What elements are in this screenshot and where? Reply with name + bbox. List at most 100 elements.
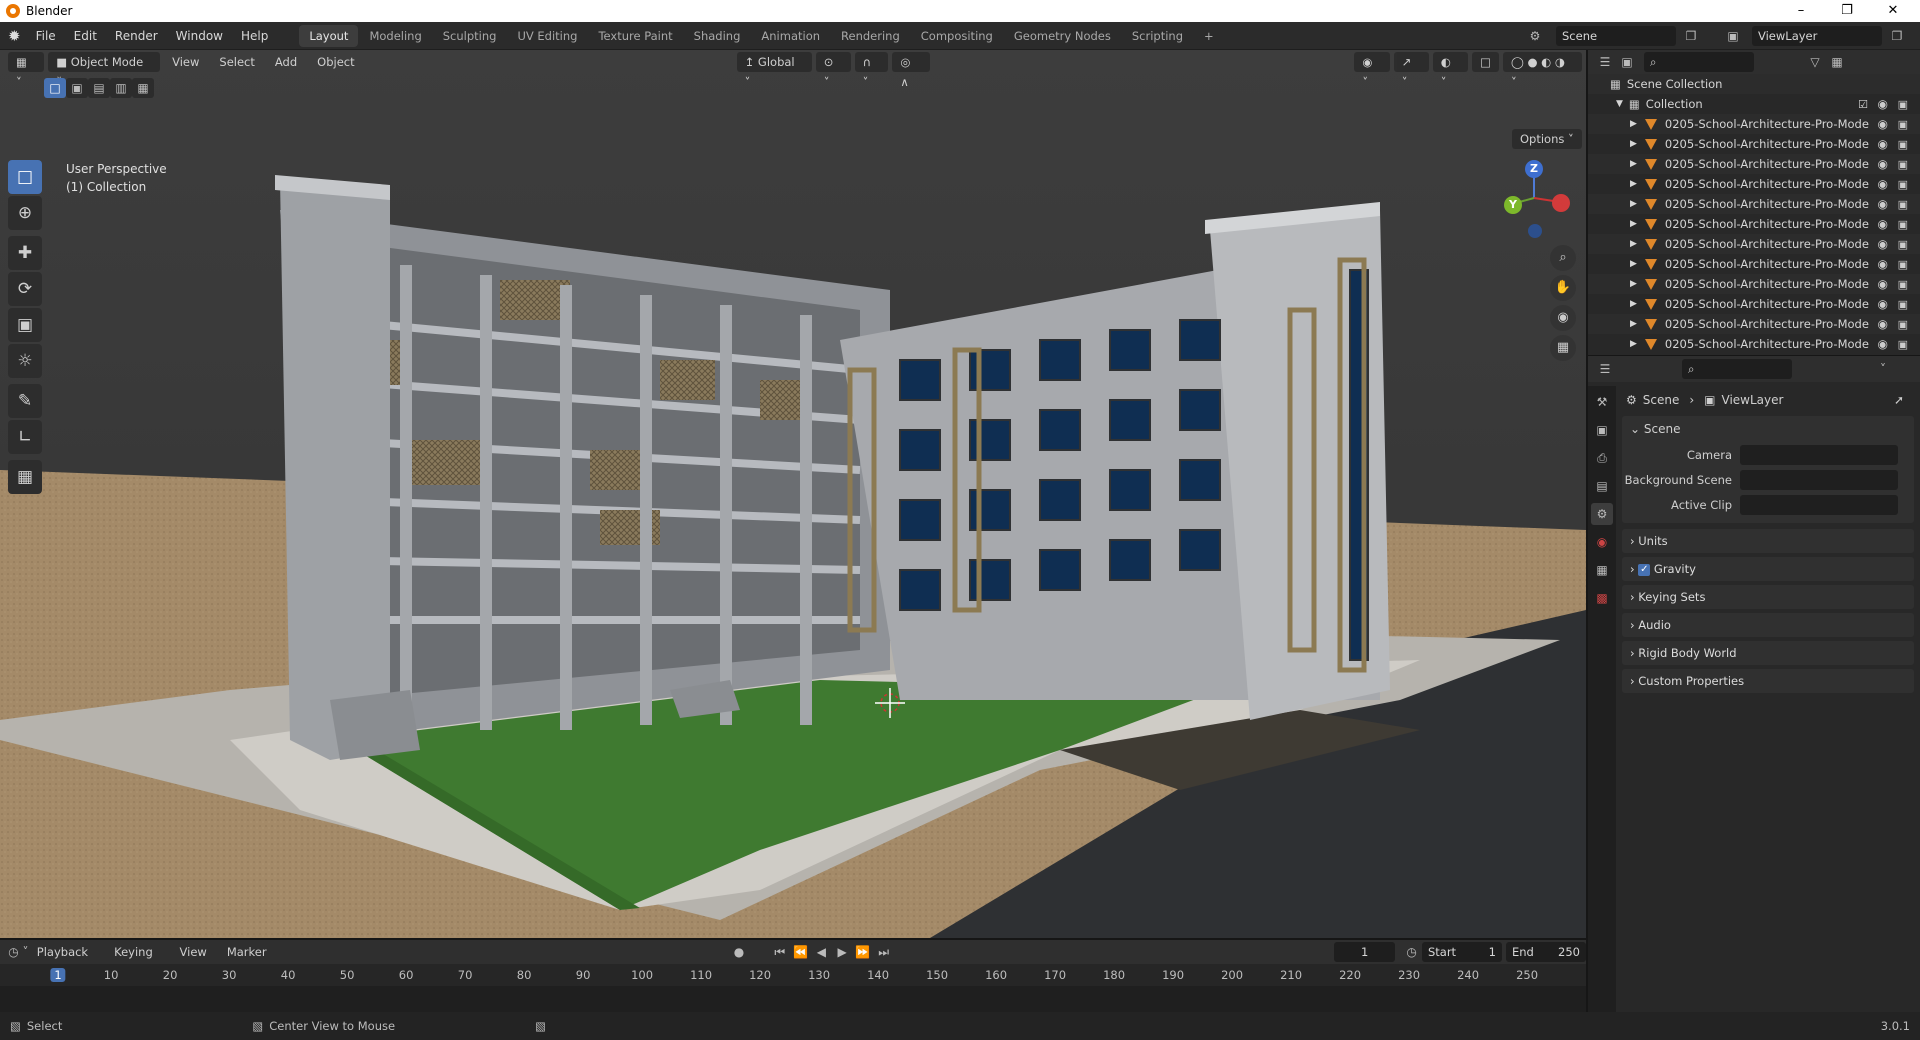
menu-marker[interactable]: Marker [219,942,275,962]
tab-texture-paint[interactable]: Texture Paint [588,25,682,47]
transform-tool[interactable]: ☼ [8,344,42,378]
jump-end-icon[interactable]: ⏭ [873,942,894,962]
shading-modes[interactable]: ◯ ● ◐ ◑ ˅ [1502,52,1582,89]
pin-icon[interactable]: ➚ [1894,393,1904,407]
eye-icon[interactable]: ◉ [1878,257,1888,271]
outliner-item[interactable]: ▶ 0205-School-Architecture-Pro-Mode ◉ ▣ [1588,214,1920,234]
outliner-item[interactable]: ▶ 0205-School-Architecture-Pro-Mode ◉ ▣ [1588,334,1920,354]
tab-modeling[interactable]: Modeling [359,25,431,47]
pivot-icon[interactable]: ⊙ ˅ [815,52,851,89]
prev-key-icon[interactable]: ⏪ [790,942,811,962]
menu-view-timeline[interactable]: View [172,942,215,962]
eye-icon[interactable]: ◉ [1878,297,1888,311]
jump-start-icon[interactable]: ⏮ [769,942,790,962]
outliner-item[interactable]: ▶ 0205-School-Architecture-Pro-Mode ◉ ▣ [1588,174,1920,194]
add-workspace-icon[interactable]: + [1194,25,1224,47]
checkbox-icon[interactable]: ☑ [1858,98,1868,111]
expand-icon[interactable]: ▼ [1616,99,1623,109]
menu-select[interactable]: Select [211,52,262,72]
tab-sculpting[interactable]: Sculpting [433,25,507,47]
visibility-icon[interactable]: ◉ ˅ [1354,52,1390,89]
xray-icon[interactable]: □ [1472,52,1499,72]
filter-icon[interactable]: ▽ [1804,52,1826,72]
camera-icon[interactable]: ▣ [1898,318,1908,331]
gravity-panel[interactable]: › ✓ Gravity [1622,557,1914,581]
tab-uv-editing[interactable]: UV Editing [507,25,587,47]
select-new-icon[interactable]: □ [44,78,66,98]
gizmo-z-icon[interactable]: Z [1525,160,1543,178]
expand-icon[interactable]: ▶ [1630,279,1637,289]
new-viewlayer-icon[interactable]: ❐ [1886,26,1908,46]
menu-help[interactable]: Help [232,22,277,50]
select-box-tool[interactable]: □ [8,160,42,194]
tab-scripting[interactable]: Scripting [1122,25,1193,47]
scene-tab-icon[interactable]: ⚙ [1591,503,1613,525]
outliner-item[interactable]: ▶ 0205-School-Architecture-Pro-Mode ◉ ▣ [1588,314,1920,334]
cursor-tool[interactable]: ⊕ [8,196,42,230]
overlays-icon[interactable]: ◐ ˅ [1432,52,1469,89]
camera-icon[interactable]: ▣ [1898,218,1908,231]
tab-animation[interactable]: Animation [751,25,830,47]
camera-field[interactable] [1740,444,1898,465]
expand-icon[interactable]: ▶ [1630,139,1637,149]
camera-icon[interactable]: ▣ [1898,298,1908,311]
eye-icon[interactable]: ◉ [1878,337,1888,351]
current-frame-field[interactable]: 1 [1334,942,1396,962]
collection-row[interactable]: ▼ ▦ Collection ☑ ◉ ▣ [1588,94,1920,114]
blender-menu-icon[interactable]: ✹ [8,27,21,45]
texture-tab-icon[interactable]: ▩ [1591,587,1613,609]
expand-icon[interactable]: ▶ [1630,339,1637,349]
rotate-tool[interactable]: ⟳ [8,272,42,306]
play-reverse-icon[interactable]: ◀ [811,942,832,962]
move-tool[interactable]: ✚ [8,236,42,270]
scene-collection-row[interactable]: ▦ Scene Collection [1588,74,1920,94]
properties-editor-icon[interactable]: ☰ [1594,359,1616,379]
camera-icon[interactable]: ▣ [1898,118,1908,131]
eye-icon[interactable]: ◉ [1878,217,1888,231]
gravity-checkbox[interactable]: ✓ [1638,563,1651,576]
menu-playback[interactable]: Playback ˅ [29,942,102,979]
pan-hand-icon[interactable]: ✋ [1550,275,1576,301]
select-invert-icon[interactable]: ▥ [110,78,132,98]
zoom-icon[interactable]: ⌕ [1550,245,1576,271]
expand-icon[interactable]: ▶ [1630,119,1637,129]
menu-window[interactable]: Window [167,22,232,50]
outliner-item[interactable]: ▶ 0205-School-Architecture-Pro-Mode ◉ ▣ [1588,114,1920,134]
orientation-dropdown[interactable]: ↥ Global ˅ [736,52,812,89]
outliner-item[interactable]: ▶ 0205-School-Architecture-Pro-Mode ◉ ▣ [1588,154,1920,174]
view-layer-tab-icon[interactable]: ▤ [1591,475,1613,497]
viewlayer-field[interactable]: ViewLayer [1752,26,1882,46]
outliner-editor-icon[interactable]: ☰ [1594,52,1616,72]
menu-object[interactable]: Object [309,52,362,72]
expand-icon[interactable]: ▶ [1630,219,1637,229]
gizmo-y-icon[interactable]: Y [1504,196,1522,214]
custom-properties-panel[interactable]: › Custom Properties [1622,669,1914,693]
expand-icon[interactable]: ▶ [1630,299,1637,309]
outliner-item[interactable]: ▶ 0205-School-Architecture-Pro-Mode ◉ ▣ [1588,274,1920,294]
navigation-gizmo[interactable]: Z Y X [1498,158,1578,248]
new-scene-icon[interactable]: ❐ [1680,26,1702,46]
gizmo-neg-z-icon[interactable] [1528,224,1542,238]
gizmo-x-icon[interactable]: X [1552,194,1570,212]
tab-rendering[interactable]: Rendering [831,25,910,47]
start-frame-field[interactable]: Start 1 [1421,942,1502,962]
timeline-editor-icon[interactable]: ◷ ˅ [8,942,29,962]
snap-icon[interactable]: ∩ ˅ [854,52,889,89]
select-intersect-icon[interactable]: ▦ [132,78,154,98]
tool-tab-icon[interactable]: ⚒ [1591,391,1613,413]
tab-geometry-nodes[interactable]: Geometry Nodes [1004,25,1121,47]
new-collection-icon[interactable]: ▦ [1826,52,1848,72]
audio-panel[interactable]: › Audio [1622,613,1914,637]
eye-icon[interactable]: ◉ [1878,197,1888,211]
outliner-item[interactable]: ▶ 0205-School-Architecture-Pro-Mode ◉ ▣ [1588,254,1920,274]
viewlayer-icon[interactable]: ▣ [1722,26,1744,46]
mode-dropdown[interactable]: ■ Object Mode ˅ [48,52,161,89]
menu-keying[interactable]: Keying ˅ [106,942,167,979]
options-dropdown[interactable]: Options ˅ [1512,129,1582,149]
tab-shading[interactable]: Shading [684,25,751,47]
world-tab-icon[interactable]: ◉ [1591,531,1613,553]
proportional-edit-icon[interactable]: ◎ ∧ [892,52,931,89]
minimize-button[interactable]: – [1778,0,1824,22]
rigid-body-world-panel[interactable]: › Rigid Body World [1622,641,1914,665]
eye-icon[interactable]: ◉ [1878,277,1888,291]
